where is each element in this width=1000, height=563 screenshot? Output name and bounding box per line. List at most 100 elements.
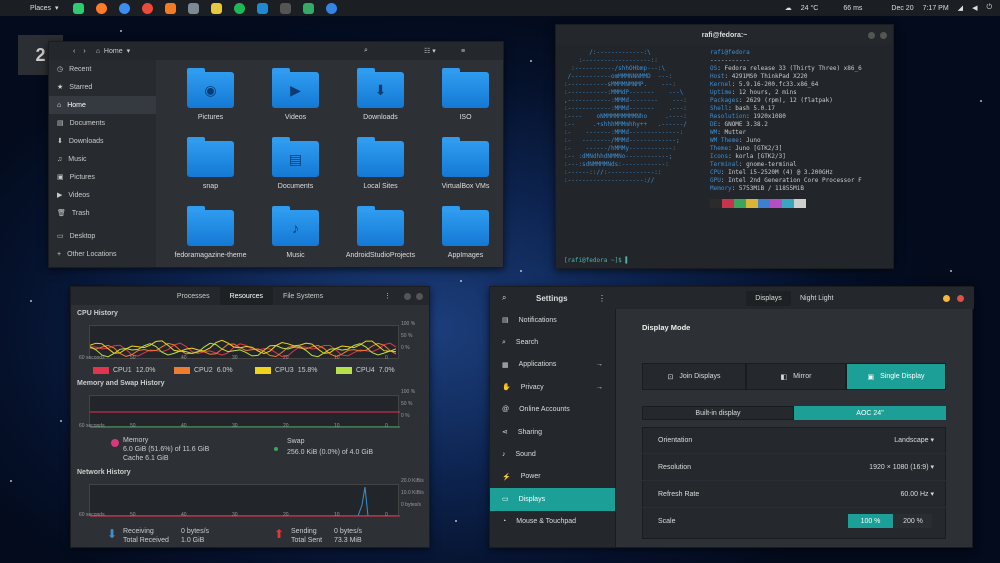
location-label[interactable]: Home: [104, 48, 123, 55]
sidebar-item[interactable]: 🗑 Trash: [49, 204, 156, 222]
sidebar-item[interactable]: ◷ Recent: [49, 60, 156, 78]
resolution-value[interactable]: 1920 × 1080 (16:9) ▾: [869, 463, 934, 471]
resolution-row[interactable]: Resolution 1920 × 1080 (16:9) ▾: [642, 454, 946, 481]
scale-100-button[interactable]: 100 %: [848, 514, 893, 528]
tab-resources[interactable]: Resources: [219, 287, 274, 305]
sidebar-item[interactable]: ⌂ Home: [49, 96, 156, 114]
back-icon[interactable]: ‹: [73, 48, 75, 55]
sidebar-item[interactable]: ▣ Pictures: [49, 168, 156, 186]
folder-item[interactable]: fedoramagazine-theme: [168, 206, 253, 279]
orientation-row[interactable]: Orientation Landscape ▾: [642, 427, 946, 454]
settings-sidebar-item[interactable]: ⚡ Power: [490, 466, 615, 488]
close-button[interactable]: [957, 294, 964, 302]
folder-item[interactable]: AndroidStudioProjects: [338, 206, 423, 279]
app-icon[interactable]: [187, 2, 199, 14]
sidebar-item[interactable]: ▤ Documents: [49, 114, 156, 132]
date-text[interactable]: Dec 20: [891, 5, 913, 12]
terminal-icon[interactable]: [279, 2, 291, 14]
tool-icon[interactable]: [164, 2, 176, 14]
minimize-button[interactable]: [404, 292, 411, 300]
network-icon[interactable]: ◢: [958, 4, 963, 12]
folder-item[interactable]: ♪ Music: [253, 206, 338, 279]
volume-icon[interactable]: ◀: [972, 4, 977, 12]
time-tick: 60 seconds: [79, 512, 105, 518]
settings-sidebar-item[interactable]: ✋ Privacy →: [490, 376, 615, 398]
sidebar-item[interactable]: ▭ Desktop: [49, 227, 156, 245]
places-menu[interactable]: Places ▾: [30, 4, 59, 13]
settings-sidebar-item[interactable]: @ Online Accounts: [490, 399, 615, 421]
tab-night-light[interactable]: Night Light: [796, 291, 837, 306]
close-button[interactable]: [880, 31, 887, 39]
total-sent-label: Total Sent: [291, 537, 323, 544]
settings-sidebar-item[interactable]: ⋖ Sharing: [490, 421, 615, 443]
folder-item[interactable]: ▶ Videos: [253, 68, 338, 141]
settings-icon[interactable]: [325, 2, 337, 14]
shell-prompt[interactable]: [rafi@fedora ~]$ ▌: [564, 257, 629, 264]
search-icon[interactable]: ⌕: [502, 293, 506, 303]
folder-item[interactable]: VirtualBox VMs: [423, 137, 508, 210]
tab-displays[interactable]: Displays: [746, 291, 791, 306]
photos-icon[interactable]: [141, 2, 153, 14]
sidebar-item[interactable]: ♫ Music: [49, 150, 156, 168]
cpu-legend-item[interactable]: CPU4 7.0%: [336, 367, 395, 374]
sidebar-item[interactable]: ⬇ Downloads: [49, 132, 156, 150]
sidebar-item[interactable]: ★ Starred: [49, 78, 156, 96]
power-icon[interactable]: ⏻: [986, 4, 992, 12]
vscode-icon[interactable]: [256, 2, 268, 14]
minimize-button[interactable]: [868, 31, 875, 39]
forward-icon[interactable]: ›: [83, 48, 85, 55]
orientation-value[interactable]: Landscape ▾: [894, 436, 934, 444]
settings-sidebar-item[interactable]: ▭ Displays: [490, 488, 615, 511]
folder-item[interactable]: AppImages: [423, 206, 508, 279]
settings-sidebar-item[interactable]: ♪ Sound: [490, 443, 615, 465]
settings-sidebar-item[interactable]: ▤ Notifications: [490, 309, 615, 331]
builtin-display-tab[interactable]: Built-in display: [642, 406, 794, 420]
menu-icon[interactable]: ⋮: [598, 294, 606, 303]
close-button[interactable]: [416, 292, 423, 300]
mirror-button[interactable]: ◧ Mirror: [746, 363, 846, 390]
system-monitor-icon[interactable]: [302, 2, 314, 14]
info-key: Shell: [710, 105, 729, 112]
cpu-legend-item[interactable]: CPU2 6.0%: [174, 367, 233, 374]
sidebar-item[interactable]: + Other Locations: [49, 245, 156, 263]
tab-file-systems[interactable]: File Systems: [273, 287, 333, 305]
cpu-legend-item[interactable]: CPU3 15.8%: [255, 367, 318, 374]
spotify-icon[interactable]: [233, 2, 245, 14]
folder-item[interactable]: ISO: [423, 68, 508, 141]
single-display-button[interactable]: ▣ Single Display: [846, 363, 946, 390]
time-text[interactable]: 7:17 PM: [923, 5, 949, 12]
refresh-rate-row[interactable]: Refresh Rate 60.00 Hz ▾: [642, 481, 946, 508]
sidebar-item[interactable]: ▶ Videos: [49, 186, 156, 204]
folder-item[interactable]: ▤ Documents: [253, 137, 338, 210]
aoc-display-tab[interactable]: AOC 24": [794, 406, 946, 420]
chrome-icon[interactable]: [118, 2, 130, 14]
menu-icon[interactable]: ⋮: [384, 292, 391, 300]
folder-item[interactable]: snap: [168, 137, 253, 210]
settings-sidebar-item[interactable]: ⌕ Search: [490, 331, 615, 353]
folder-item[interactable]: ⬇ Downloads: [338, 68, 423, 141]
folder-item[interactable]: Local Sites: [338, 137, 423, 210]
cpu-value: 15.8%: [297, 367, 318, 374]
menu-icon[interactable]: ≡: [461, 48, 465, 55]
search-icon[interactable]: ⌕: [364, 47, 368, 55]
files-grid: ◉ Pictures ▶ Videos ⬇ Downloads ISO snap ▤ Docume…: [156, 60, 503, 267]
settings-sidebar-item[interactable]: ◔ Mouse & Touchpad: [490, 511, 615, 533]
cpu-label: CPU1: [113, 367, 132, 374]
minimize-button[interactable]: [479, 48, 486, 55]
tab-processes[interactable]: Processes: [167, 287, 220, 305]
cpu-value: 7.0%: [378, 367, 395, 374]
view-options-icon[interactable]: ☷ ▾: [424, 47, 436, 55]
chevron-down-icon[interactable]: ▾: [127, 47, 131, 55]
launcher-icon[interactable]: [72, 2, 84, 14]
join-displays-button[interactable]: ⊡ Join Displays: [642, 363, 746, 390]
time-tick: 0: [385, 355, 388, 361]
refresh-rate-value[interactable]: 60.00 Hz ▾: [901, 490, 935, 498]
folder-item[interactable]: ◉ Pictures: [168, 68, 253, 141]
firefox-icon[interactable]: [95, 2, 107, 14]
cpu-legend-item[interactable]: CPU1 12.0%: [93, 367, 156, 374]
minimize-button[interactable]: [943, 294, 950, 302]
terminal-output[interactable]: /:-------------:\ :-------------------::…: [556, 45, 893, 212]
sublime-icon[interactable]: [210, 2, 222, 14]
scale-200-button[interactable]: 200 %: [894, 514, 932, 528]
settings-sidebar-item[interactable]: ▦ Applications →: [490, 354, 615, 376]
